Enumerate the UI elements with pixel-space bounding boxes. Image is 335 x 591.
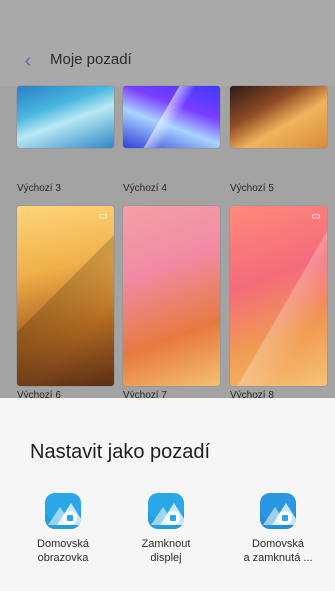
home-screen-icon — [45, 493, 81, 529]
home-lock-badge-icon — [278, 511, 292, 525]
option-label-line1: Domovská — [252, 538, 304, 550]
option-label-line2: displej — [150, 552, 182, 564]
home-badge-icon — [63, 511, 77, 525]
option-lock-screen[interactable]: Zamknout displej — [116, 493, 216, 565]
lock-badge-icon — [166, 511, 180, 525]
option-home-and-lock[interactable]: Domovská a zamknutá ... — [228, 493, 328, 565]
wallpaper-label: Výchozí 4 — [123, 183, 167, 194]
home-and-lock-icon — [260, 493, 296, 529]
back-icon[interactable]: ‹ — [17, 50, 39, 72]
option-home-screen[interactable]: Domovská obrazovka — [13, 493, 113, 565]
option-label-line1: Domovská — [37, 538, 89, 550]
sheet-title: Nastavit jako pozadí — [30, 441, 211, 463]
wallpaper-label: Výchozí 5 — [230, 183, 274, 194]
option-label-line2: a zamknutá ... — [243, 552, 313, 564]
lock-screen-icon — [148, 493, 184, 529]
wallpaper-tile[interactable]: ▭ — [17, 206, 114, 386]
phone-icon: ▭ — [311, 210, 321, 222]
page-title: Moje pozadí — [50, 51, 132, 68]
wallpaper-label: Výchozí 3 — [17, 183, 61, 194]
wallpaper-tile[interactable] — [123, 206, 220, 386]
top-bar: ‹ Moje pozadí — [0, 0, 335, 86]
wallpaper-tile[interactable] — [17, 86, 114, 148]
option-label-line1: Zamknout — [141, 538, 191, 550]
phone-icon: ▭ — [98, 210, 108, 222]
wallpaper-tile[interactable] — [123, 86, 220, 148]
set-as-wallpaper-sheet: Nastavit jako pozadí Domovská obrazovka … — [0, 398, 335, 591]
wallpaper-grid: Výchozí 3 Výchozí 4 Výchozí 5 ▭ ▭ Výchoz… — [0, 86, 335, 426]
option-label-line2: obrazovka — [37, 552, 89, 564]
wallpaper-tile[interactable]: ▭ — [230, 206, 327, 386]
wallpaper-tile[interactable] — [230, 86, 327, 148]
